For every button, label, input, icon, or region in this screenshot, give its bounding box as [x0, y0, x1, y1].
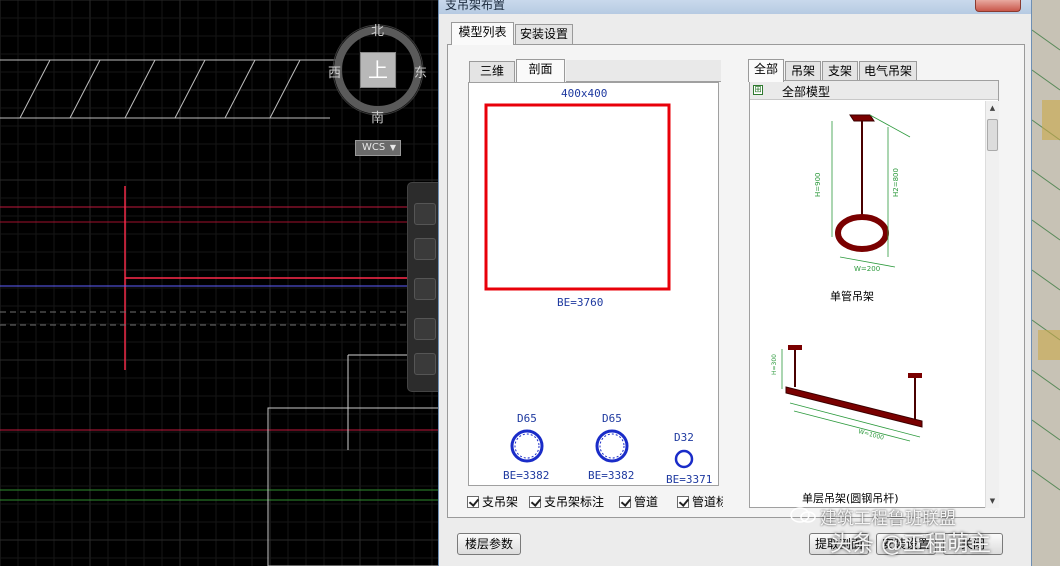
- view-tab-strip: [566, 60, 721, 82]
- checkbox-pipe-annotation-box[interactable]: [677, 496, 689, 508]
- pipe-1-elevation: BE=3382: [503, 469, 549, 482]
- dim-w-2: W=1000: [857, 428, 884, 442]
- pipe-1-outline: [510, 429, 544, 463]
- floor-params-button[interactable]: 楼层参数: [457, 533, 521, 555]
- extract-section-button[interactable]: 提取剖面: [809, 533, 869, 555]
- checkbox-pipe-annotation-label: 管道标注: [692, 495, 723, 509]
- checkbox-hanger-box[interactable]: [467, 496, 479, 508]
- checkbox-hanger-annotation[interactable]: 支吊架标注: [529, 493, 604, 509]
- duct-size-label: 400x400: [561, 87, 607, 100]
- section-drawing: 400x400 BE=3760 D65 BE=3382 D65 BE=3382 …: [484, 87, 712, 486]
- right-top-plate: [908, 373, 922, 378]
- checkbox-hanger[interactable]: 支吊架: [467, 493, 518, 509]
- cad-viewport[interactable]: 北 南 东 西 上 WCS ▼: [0, 0, 440, 566]
- tab-section[interactable]: 剖面: [516, 59, 565, 82]
- pipe-2-inner: [599, 433, 625, 459]
- install-button[interactable]: 安装设置: [876, 533, 936, 555]
- checkbox-pipe-box[interactable]: [619, 496, 631, 508]
- hanger-top-plate: [849, 114, 875, 122]
- model-list-scrollbar[interactable]: ▲ ▼: [985, 101, 999, 508]
- checkbox-pipe-annotation[interactable]: 管道标注: [677, 493, 723, 509]
- orbit-icon[interactable]: [414, 318, 436, 340]
- pipe-3-diameter: D32: [674, 431, 694, 444]
- section-preview[interactable]: 400x400 BE=3760 D65 BE=3382 D65 BE=3382 …: [468, 82, 719, 486]
- tab-category-electrical-hanger[interactable]: 电气吊架: [859, 61, 917, 82]
- checkbox-pipe[interactable]: 管道: [619, 493, 658, 509]
- background-model-drawing: [1032, 29, 1060, 491]
- coordinate-system-dropdown[interactable]: WCS ▼: [355, 140, 401, 156]
- single-layer-hanger-thumbnail[interactable]: H=300 W=1000: [770, 339, 970, 489]
- pipe-1-inner: [514, 433, 540, 459]
- scroll-down-icon[interactable]: ▼: [986, 494, 999, 508]
- dim-h2: H2=800: [892, 168, 900, 197]
- steering-wheel-icon[interactable]: [414, 203, 436, 225]
- model-caption-single-layer-hanger: 单层吊架(圆钢吊杆): [802, 492, 899, 505]
- pan-icon[interactable]: [414, 238, 436, 260]
- tab-category-support[interactable]: 支架: [822, 61, 858, 82]
- hanger-layout-dialog: 支吊架布置 模型列表 安装设置 三维 剖面 400x400 BE=3760 D6…: [438, 0, 1032, 566]
- dim-h-2: H=300: [771, 354, 778, 375]
- pipe-lines: [0, 186, 440, 566]
- tab-model-list[interactable]: 模型列表: [451, 22, 514, 45]
- scroll-thumb[interactable]: [987, 119, 998, 151]
- tree-expand-icon[interactable]: ⊞: [753, 85, 763, 95]
- pipe-3-outline: [674, 449, 694, 469]
- building-outline: [0, 59, 340, 119]
- checkbox-hanger-label: 支吊架: [482, 495, 519, 509]
- dialog-title-bar[interactable]: 支吊架布置: [439, 0, 1031, 14]
- dim-w: W=200: [854, 265, 880, 273]
- coordinate-system-label: WCS: [362, 142, 386, 153]
- dim-h: H=900: [814, 173, 822, 198]
- left-top-plate: [788, 345, 802, 350]
- pipe-2-outline: [595, 429, 629, 463]
- pipe-2-diameter: D65: [602, 412, 622, 425]
- close-button[interactable]: 关闭: [943, 533, 1003, 555]
- scroll-up-icon[interactable]: ▲: [986, 101, 999, 115]
- tab-3d[interactable]: 三维: [469, 61, 515, 82]
- dialog-title: 支吊架布置: [445, 0, 506, 12]
- view-cube-north[interactable]: 北: [371, 20, 384, 39]
- zoom-icon[interactable]: [414, 278, 436, 300]
- view-cube-south[interactable]: 南: [371, 107, 384, 126]
- chevron-down-icon: ▼: [389, 143, 396, 152]
- view-cube-east[interactable]: 东: [414, 62, 427, 81]
- pipe-2-elevation: BE=3382: [588, 469, 634, 482]
- background-cad-window: [1032, 0, 1060, 566]
- pipe-1-diameter: D65: [517, 412, 537, 425]
- pipe-3-elevation: BE=3371: [666, 473, 712, 485]
- view-cube-west[interactable]: 西: [328, 62, 341, 81]
- duct-elevation-label: BE=3760: [557, 296, 603, 309]
- duct-outline: [484, 103, 671, 291]
- single-pipe-hanger-thumbnail[interactable]: H=900 H2=800 W=200: [770, 107, 970, 287]
- tree-root-label: 全部模型: [782, 85, 831, 99]
- model-caption-single-pipe-hanger: 单管吊架: [830, 290, 874, 303]
- checkbox-hanger-annotation-label: 支吊架标注: [544, 495, 605, 509]
- showmotion-icon[interactable]: [414, 353, 436, 375]
- view-cube-top-face[interactable]: 上: [360, 52, 396, 88]
- tab-install-settings[interactable]: 安装设置: [515, 24, 573, 45]
- checkbox-pipe-label: 管道: [634, 495, 659, 509]
- tab-category-hanger[interactable]: 吊架: [785, 61, 821, 82]
- model-list-panel[interactable]: ⊞ 全部模型 H=900 H2=800 W=200 单管吊架 H=300 W=1…: [749, 80, 999, 508]
- hanger-clamp: [835, 214, 889, 252]
- checkbox-hanger-annotation-box[interactable]: [529, 496, 541, 508]
- tab-category-all[interactable]: 全部: [748, 59, 784, 82]
- window-close-button[interactable]: [975, 0, 1021, 12]
- navigation-bar[interactable]: [407, 182, 440, 392]
- tree-root-row[interactable]: ⊞ 全部模型: [750, 81, 998, 100]
